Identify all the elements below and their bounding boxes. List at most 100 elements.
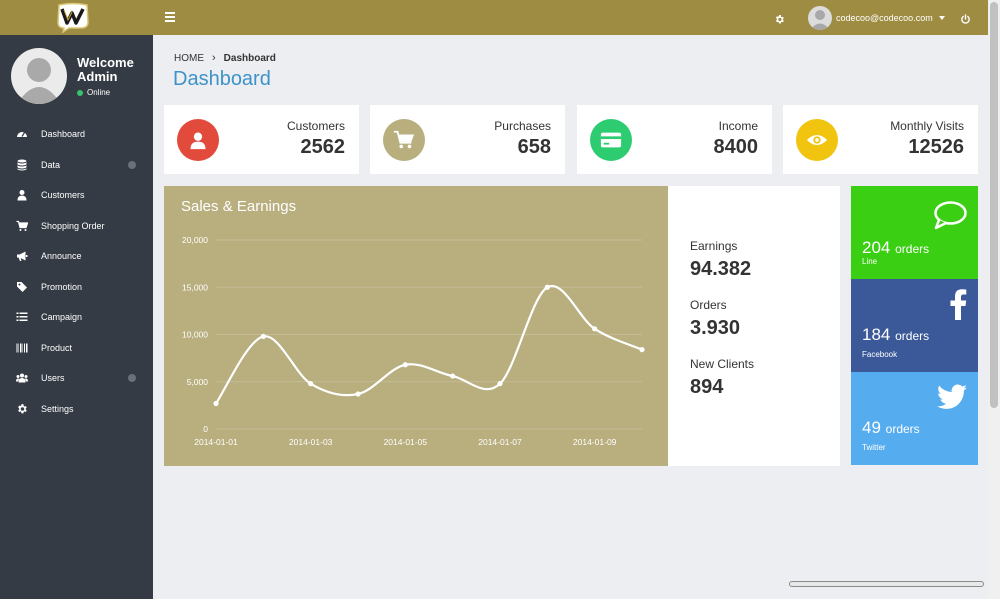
horizontal-scrollbar[interactable] <box>789 581 984 587</box>
summary-value: 94.382 <box>690 258 752 280</box>
chevron-right-icon <box>128 160 136 169</box>
logo-icon[interactable] <box>55 2 91 34</box>
gear-icon <box>16 403 28 415</box>
user-menu[interactable]: codecoo@codecoo.com <box>808 5 945 30</box>
data-point <box>402 362 408 368</box>
sidebar-item-promotion[interactable]: Promotion <box>0 272 153 303</box>
social-card-line[interactable]: 204 orders Line <box>851 186 978 279</box>
megaphone-icon <box>16 250 28 262</box>
sidebar-item-dashboard[interactable]: Dashboard <box>0 119 153 150</box>
sidebar-item-campaign[interactable]: Campaign <box>0 302 153 333</box>
list-icon <box>16 311 28 323</box>
stat-label: Customers <box>286 119 345 133</box>
chevron-down-icon <box>938 15 945 20</box>
stat-label: Purchases <box>494 119 551 133</box>
sidebar-nav: Dashboard Data Customers Shopping Order <box>0 119 153 424</box>
credit-card-icon <box>590 119 632 161</box>
order-count: 49 <box>862 418 881 437</box>
data-point <box>639 347 645 353</box>
x-tick-label: 2014-01-07 <box>478 437 522 447</box>
chevron-right-icon <box>128 374 136 382</box>
social-count: 49 orders <box>862 418 920 438</box>
barcode-icon <box>16 342 28 354</box>
data-point <box>213 400 219 407</box>
users-icon <box>16 372 28 384</box>
user-icon <box>177 119 219 161</box>
sidebar-item-label: Campaign <box>41 312 83 323</box>
settings-gear-icon[interactable] <box>774 12 785 24</box>
order-count: 204 <box>862 238 891 257</box>
breadcrumb: HOME › Dashboard <box>174 52 276 64</box>
profile-avatar <box>11 48 67 104</box>
data-point <box>497 381 503 387</box>
sidebar-item-label: Dashboard <box>41 129 86 140</box>
breadcrumb-home[interactable]: HOME <box>174 53 204 64</box>
y-tick-label: 0 <box>203 424 208 434</box>
status-text: Online <box>87 88 111 97</box>
y-tick-label: 20,000 <box>182 235 208 245</box>
welcome-text: Welcome Admin <box>77 56 134 84</box>
sidebar-item-label: Promotion <box>41 281 83 292</box>
y-tick-label: 5,000 <box>187 377 209 387</box>
welcome-label: Welcome <box>77 55 134 70</box>
user-name: Admin <box>77 69 118 84</box>
sidebar-item-users[interactable]: Users <box>0 363 153 394</box>
social-card-twitter[interactable]: 49 orders Twitter <box>851 372 978 465</box>
order-unit: orders <box>895 329 930 343</box>
sidebar-item-label: Data <box>41 159 61 170</box>
data-point <box>355 391 361 397</box>
status-badge: Online <box>77 88 110 97</box>
sales-earnings-chart: Sales & Earnings 20,000 15,000 10,000 5,000… <box>164 186 668 466</box>
vertical-scrollbar[interactable] <box>988 0 1000 599</box>
data-point <box>592 326 598 332</box>
database-icon <box>16 159 28 171</box>
sidebar-item-label: Product <box>41 342 73 353</box>
tags-icon <box>16 281 28 293</box>
social-name: Line <box>862 257 878 266</box>
sidebar-item-label: Shopping Order <box>41 220 105 231</box>
data-point <box>308 381 314 387</box>
sidebar-item-shopping-order[interactable]: Shopping Order <box>0 211 153 242</box>
summary-value: 3.930 <box>690 317 741 339</box>
stat-card-monthly-visits[interactable]: Monthly Visits 12526 <box>783 105 978 174</box>
user-icon <box>16 189 28 201</box>
sidebar-item-label: Settings <box>41 403 74 414</box>
summary-value: 894 <box>690 376 724 398</box>
user-email: codecoo@codecoo.com <box>836 12 933 23</box>
twitter-icon <box>937 384 967 415</box>
stat-value: 2562 <box>300 136 346 158</box>
scrollbar-thumb[interactable] <box>990 2 998 408</box>
y-tick-label: 15,000 <box>182 282 208 292</box>
stat-card-income[interactable]: Income 8400 <box>577 105 772 174</box>
breadcrumb-current: Dashboard <box>223 52 276 64</box>
order-count: 184 <box>862 325 891 344</box>
stat-card-customers[interactable]: Customers 2562 <box>164 105 359 174</box>
x-tick-label: 2014-01-09 <box>573 437 617 447</box>
avatar <box>808 5 832 30</box>
cart-icon <box>16 220 28 232</box>
dashboard-icon <box>16 128 28 140</box>
social-name: Twitter <box>862 443 886 452</box>
sidebar-item-customers[interactable]: Customers <box>0 180 153 211</box>
sidebar-item-data[interactable]: Data <box>0 150 153 181</box>
stat-value: 8400 <box>713 136 759 158</box>
social-card-facebook[interactable]: 184 orders Facebook <box>851 279 978 372</box>
sidebar: Welcome Admin Online Dashboard Data Cust… <box>0 35 153 599</box>
social-name: Facebook <box>862 350 898 359</box>
chevron-right-icon: › <box>212 52 216 64</box>
order-unit: orders <box>885 422 920 436</box>
y-tick-label: 10,000 <box>182 330 208 340</box>
summary-panel: Earnings 94.382 Orders 3.930 New Clients… <box>668 186 840 466</box>
sidebar-item-product[interactable]: Product <box>0 333 153 364</box>
data-point <box>260 333 266 339</box>
sidebar-item-settings[interactable]: Settings <box>0 394 153 425</box>
facebook-icon <box>949 288 967 325</box>
stat-label: Monthly Visits <box>890 119 964 133</box>
social-count: 184 orders <box>862 325 929 345</box>
power-icon[interactable] <box>960 12 971 24</box>
stat-card-purchases[interactable]: Purchases 658 <box>370 105 565 174</box>
menu-toggle-icon[interactable] <box>165 12 175 22</box>
data-point <box>544 284 550 290</box>
sidebar-item-announce[interactable]: Announce <box>0 241 153 272</box>
cart-icon <box>383 119 425 161</box>
